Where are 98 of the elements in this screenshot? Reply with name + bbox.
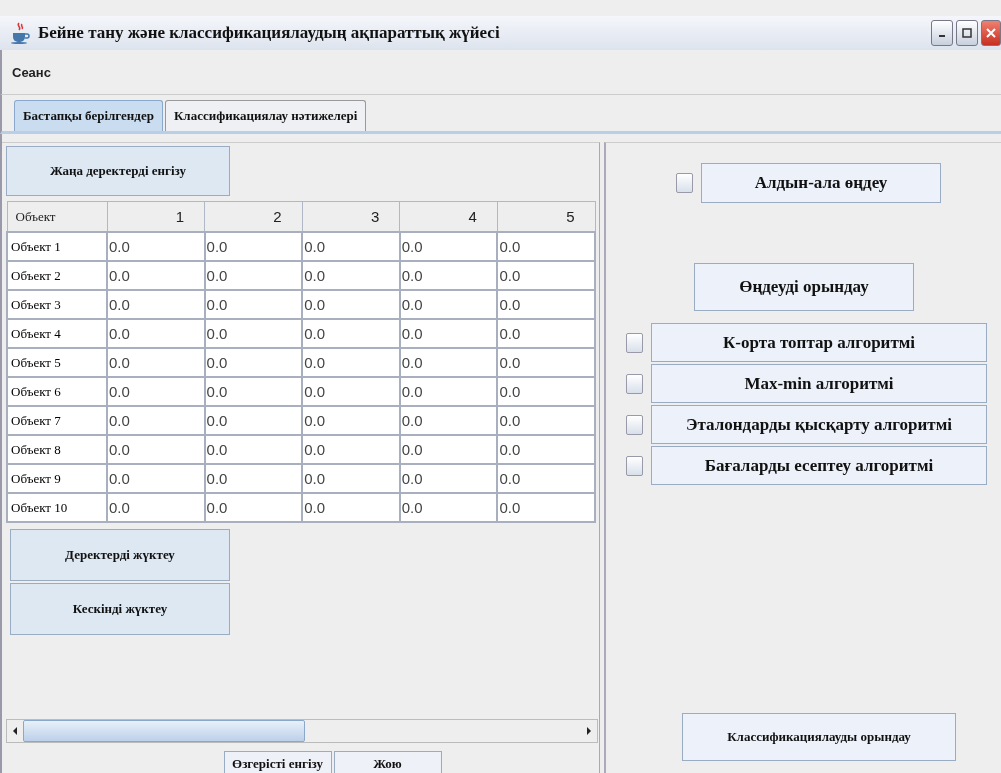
minimize-button[interactable] <box>931 20 953 46</box>
table-cell: 0.0 <box>497 493 595 522</box>
table-cell: Объект 6 <box>7 377 107 406</box>
table-cell: 0.0 <box>204 261 303 290</box>
maximize-button[interactable] <box>956 20 978 46</box>
table-cell: 0.0 <box>302 406 400 435</box>
table-cell: 0.0 <box>497 232 595 261</box>
column-header: 4 <box>399 201 498 232</box>
table-cell: 0.0 <box>302 377 400 406</box>
table-cell: 0.0 <box>204 290 303 319</box>
new-data-button[interactable]: Жаңа деректерді енгізу <box>6 146 230 196</box>
table-cell: 0.0 <box>107 232 205 261</box>
right-arrow-icon <box>587 727 591 735</box>
horizontal-scrollbar[interactable] <box>6 719 598 743</box>
table-cell: Объект 8 <box>7 435 107 464</box>
table-cell: 0.0 <box>204 348 303 377</box>
table-cell: Объект 7 <box>7 406 107 435</box>
table-cell: 0.0 <box>399 261 498 290</box>
table-cell: 0.0 <box>204 493 303 522</box>
table-cell: 0.0 <box>107 493 205 522</box>
table-cell: 0.0 <box>302 319 400 348</box>
algorithm-button[interactable]: Max-min алгоритмі <box>651 364 987 403</box>
table-cell: 0.0 <box>107 261 205 290</box>
table-cell: 0.0 <box>302 232 400 261</box>
column-header: Объект <box>7 201 107 232</box>
column-header: 3 <box>302 201 400 232</box>
table-cell: 0.0 <box>497 435 595 464</box>
table-cell: Объект 3 <box>7 290 107 319</box>
table-cell: 0.0 <box>399 406 498 435</box>
table-cell: 0.0 <box>107 319 205 348</box>
close-button[interactable] <box>981 20 1001 46</box>
left-arrow-icon <box>13 727 17 735</box>
table-cell: Объект 4 <box>7 319 107 348</box>
table-cell: 0.0 <box>107 435 205 464</box>
minimize-icon <box>939 35 945 37</box>
table-cell: 0.0 <box>399 435 498 464</box>
table-cell: 0.0 <box>399 319 498 348</box>
action-button[interactable]: Өзгерісті енгізу <box>223 751 332 773</box>
table-cell: 0.0 <box>399 232 498 261</box>
table-cell: 0.0 <box>204 435 303 464</box>
checkbox[interactable] <box>676 173 693 193</box>
table-cell: 0.0 <box>107 377 205 406</box>
table-cell: 0.0 <box>399 348 498 377</box>
table-cell: 0.0 <box>302 435 400 464</box>
table-cell: 0.0 <box>302 290 400 319</box>
table-cell: 0.0 <box>107 290 205 319</box>
table-cell: 0.0 <box>497 377 595 406</box>
column-header: 5 <box>497 201 595 232</box>
cup-icon <box>10 22 30 44</box>
table-cell: 0.0 <box>399 464 498 493</box>
table-cell: 0.0 <box>204 232 303 261</box>
table-cell: 0.0 <box>497 319 595 348</box>
column-header: 2 <box>204 201 303 232</box>
window-title: Бейне тану және классификациялаудың ақпараттық жүйесі <box>38 23 501 43</box>
action-button[interactable]: Жою <box>333 751 442 773</box>
algorithm-button[interactable]: К-орта топтар алгоритмі <box>651 323 987 362</box>
table-cell: Объект 2 <box>7 261 107 290</box>
table-cell: Объект 1 <box>7 232 107 261</box>
table-cell: 0.0 <box>204 319 303 348</box>
scroll-thumb[interactable] <box>23 720 305 742</box>
tab[interactable]: Классификациялау нәтижелері <box>164 100 367 131</box>
load-button[interactable]: Деректерді жүктеу <box>10 529 230 581</box>
table-cell: Объект 9 <box>7 464 107 493</box>
column-header: 1 <box>107 201 205 232</box>
table-cell: 0.0 <box>302 348 400 377</box>
preprocess-button[interactable]: Алдын-ала өңдеу <box>701 163 941 203</box>
table-cell: 0.0 <box>497 464 595 493</box>
checkbox[interactable] <box>626 332 643 353</box>
table-cell: 0.0 <box>497 290 595 319</box>
table-cell: 0.0 <box>302 261 400 290</box>
maximize-icon <box>962 28 972 38</box>
algorithm-button[interactable]: Эталондарды қысқарту алгоритмі <box>651 405 987 444</box>
table-cell: 0.0 <box>399 290 498 319</box>
table-cell: 0.0 <box>107 464 205 493</box>
table-cell: 0.0 <box>399 377 498 406</box>
tab[interactable]: Бастапқы берілгендер <box>14 100 163 131</box>
table-cell: 0.0 <box>107 348 205 377</box>
classify-button[interactable]: Классификациялауды орындау <box>682 713 956 761</box>
table-cell: 0.0 <box>399 493 498 522</box>
table-cell: 0.0 <box>107 406 205 435</box>
table-cell: 0.0 <box>497 348 595 377</box>
table-cell: 0.0 <box>497 261 595 290</box>
table-cell: 0.0 <box>204 464 303 493</box>
menu-item[interactable]: Сеанс <box>12 64 51 80</box>
checkbox[interactable] <box>626 373 643 394</box>
table-cell: Объект 5 <box>7 348 107 377</box>
table-cell: 0.0 <box>204 377 303 406</box>
table-cell: 0.0 <box>302 493 400 522</box>
run-processing-button[interactable]: Өңдеуді орындау <box>694 263 914 311</box>
table-cell: 0.0 <box>497 406 595 435</box>
table-cell: Объект 10 <box>7 493 107 522</box>
algorithm-button[interactable]: Бағаларды есептеу алгоритмі <box>651 446 987 485</box>
checkbox[interactable] <box>626 414 643 435</box>
table-cell: 0.0 <box>204 406 303 435</box>
table-cell: 0.0 <box>302 464 400 493</box>
close-icon <box>986 28 996 38</box>
checkbox[interactable] <box>626 455 643 476</box>
load-button[interactable]: Кескінді жүктеу <box>10 583 230 635</box>
